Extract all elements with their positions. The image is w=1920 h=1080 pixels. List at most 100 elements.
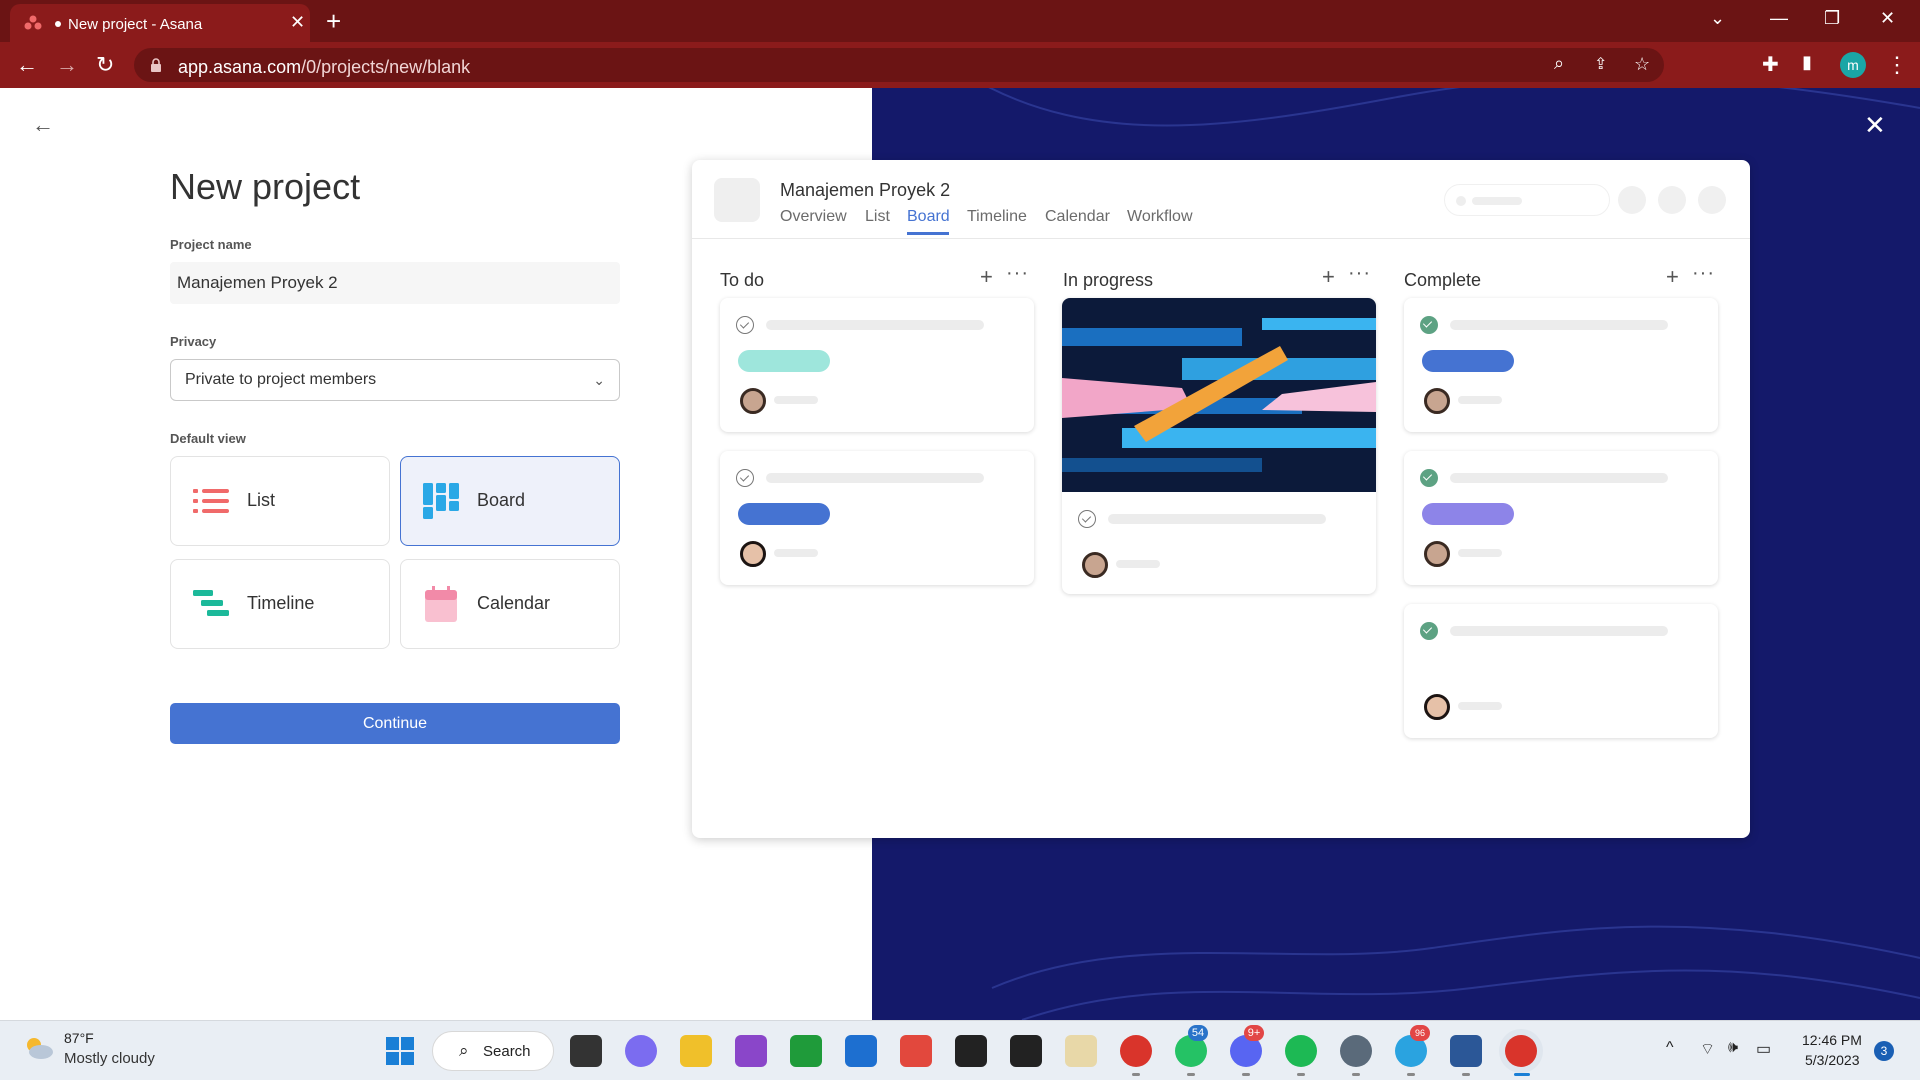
tab-search-chevron-icon[interactable]: ⌄ <box>1710 8 1725 29</box>
checkmark-done-icon <box>1420 316 1438 334</box>
privacy-label: Privacy <box>170 334 217 349</box>
text-placeholder <box>1108 514 1326 524</box>
weather-temperature[interactable]: 87°F <box>64 1030 94 1046</box>
preview-tab-timeline: Timeline <box>967 208 1027 225</box>
privacy-select[interactable]: Private to project members ⌄ <box>170 359 620 401</box>
column-title-inprogress: In progress <box>1063 270 1154 290</box>
header-placeholder-circle <box>1658 186 1686 214</box>
checkmark-icon <box>1078 510 1096 528</box>
share-icon[interactable]: ⇪ <box>1594 54 1607 74</box>
window-close-icon[interactable]: ✕ <box>1880 8 1895 29</box>
sticky-notes-icon[interactable] <box>1010 1035 1042 1067</box>
tag-placeholder <box>1422 350 1514 372</box>
task-card <box>720 298 1034 432</box>
zoom-icon[interactable]: ⌕ <box>1554 53 1564 74</box>
tab-close-icon[interactable]: ✕ <box>290 12 305 33</box>
text-placeholder <box>1116 560 1160 568</box>
project-name-input[interactable]: Manajemen Proyek 2 <box>170 262 620 304</box>
text-placeholder <box>766 320 984 330</box>
battery-icon[interactable]: ▭ <box>1756 1039 1771 1059</box>
teams-chat-icon[interactable] <box>625 1035 657 1067</box>
restore-icon[interactable]: ❐ <box>1824 8 1840 29</box>
windows-taskbar: 87°F Mostly cloudy ⌕ Search 54 9+ 96 ^ ⌔… <box>0 1020 1920 1080</box>
header-placeholder-circle <box>1698 186 1726 214</box>
preview-tab-calendar: Calendar <box>1045 208 1110 225</box>
file-explorer-icon[interactable] <box>680 1035 712 1067</box>
clock-time[interactable]: 12:46 PM <box>1802 1032 1862 1048</box>
side-panel-icon[interactable]: ▮ <box>1802 52 1812 73</box>
menu-kebab-icon[interactable]: ⋮ <box>1886 52 1908 78</box>
view-option-label: Board <box>477 490 526 510</box>
podcast-app-icon[interactable] <box>735 1035 767 1067</box>
tray-overflow-chevron-icon[interactable]: ^ <box>1666 1039 1674 1057</box>
taskbar-search[interactable]: ⌕ Search <box>432 1031 554 1071</box>
git-app-icon[interactable] <box>900 1035 932 1067</box>
more-icon: ··· <box>1692 262 1715 284</box>
notepad-icon[interactable] <box>1065 1035 1097 1067</box>
privacy-value: Private to project members <box>185 371 377 388</box>
back-arrow-icon[interactable]: ← <box>32 112 54 138</box>
word-icon[interactable] <box>1450 1035 1482 1067</box>
clock-date[interactable]: 5/3/2023 <box>1805 1052 1860 1068</box>
extensions-icon[interactable]: ✚ <box>1762 52 1779 77</box>
discord-badge: 9+ <box>1244 1025 1264 1041</box>
task-card-with-image <box>1062 298 1376 594</box>
running-indicator <box>1352 1073 1360 1076</box>
view-option-calendar[interactable]: Calendar <box>400 559 620 649</box>
terminal-app-icon[interactable] <box>955 1035 987 1067</box>
profile-avatar[interactable]: m <box>1840 52 1866 78</box>
column-title-todo: To do <box>720 270 765 290</box>
windows-start-icon[interactable] <box>384 1035 416 1067</box>
continue-button[interactable]: Continue <box>170 703 620 744</box>
close-modal-icon[interactable]: ✕ <box>1864 110 1886 141</box>
partly-cloudy-icon[interactable] <box>22 1035 54 1061</box>
header-placeholder-circle <box>1618 186 1646 214</box>
chrome-icon[interactable] <box>1120 1035 1152 1067</box>
preview-tab-board: Board <box>907 208 950 225</box>
view-option-label: Timeline <box>247 593 315 613</box>
task-view-icon[interactable] <box>570 1035 602 1067</box>
text-placeholder <box>1458 702 1502 710</box>
relay-baton-illustration <box>1062 298 1376 492</box>
calendar-app-icon[interactable] <box>845 1035 877 1067</box>
text-placeholder <box>1450 320 1668 330</box>
preview-tab-overview: Overview <box>780 208 847 225</box>
project-icon-placeholder <box>714 178 760 222</box>
task-card <box>1404 298 1718 432</box>
telegram-badge: 96 <box>1410 1025 1430 1041</box>
address-bar[interactable]: app.asana.com/0/projects/new/blank ☆ ⇪ ⌕ <box>134 48 1664 82</box>
reload-icon[interactable]: ↻ <box>96 52 114 78</box>
new-tab-icon[interactable]: + <box>326 6 341 37</box>
bookmark-star-icon[interactable]: ☆ <box>1634 54 1650 75</box>
checkmark-done-icon <box>1420 622 1438 640</box>
text-placeholder <box>766 473 984 483</box>
task-card <box>720 451 1034 585</box>
project-name-label: Project name <box>170 237 252 252</box>
add-task-icon: + <box>980 264 993 289</box>
tag-placeholder <box>1422 503 1514 525</box>
view-option-board[interactable]: Board <box>400 456 620 546</box>
xbox-icon[interactable] <box>790 1035 822 1067</box>
unsaved-dot-icon <box>55 21 61 27</box>
weather-description[interactable]: Mostly cloudy <box>64 1050 155 1067</box>
search-label: Search <box>483 1043 531 1060</box>
text-placeholder <box>774 549 818 557</box>
chrome-profile-icon[interactable] <box>1505 1035 1537 1067</box>
spotify-icon[interactable] <box>1285 1035 1317 1067</box>
view-option-list[interactable]: List <box>170 456 390 546</box>
view-option-timeline[interactable]: Timeline <box>170 559 390 649</box>
notification-count-badge[interactable]: 3 <box>1874 1041 1894 1061</box>
forward-icon[interactable]: → <box>56 52 78 78</box>
minimize-icon[interactable]: — <box>1770 8 1788 29</box>
board-preview: Manajemen Proyek 2 Overview List Board T… <box>692 160 1750 838</box>
preview-project-name: Manajemen Proyek 2 <box>780 180 951 200</box>
board-icon <box>423 483 459 519</box>
text-placeholder <box>1450 473 1668 483</box>
settings-gear-icon[interactable] <box>1340 1035 1372 1067</box>
volume-icon[interactable]: 🕪 <box>1728 1039 1738 1057</box>
url-path: /0/projects/new/blank <box>301 57 471 77</box>
text-placeholder <box>1458 396 1502 404</box>
wifi-icon[interactable]: ⌔ <box>1700 1039 1715 1059</box>
back-icon[interactable]: ← <box>16 52 38 78</box>
browser-tab[interactable]: New project - Asana ✕ <box>10 4 310 42</box>
